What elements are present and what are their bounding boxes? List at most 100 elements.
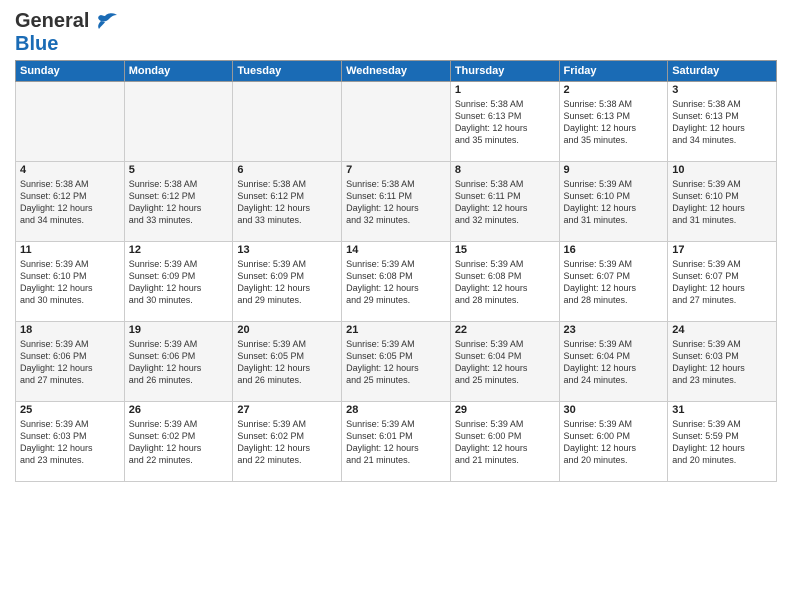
day-number: 12 bbox=[129, 244, 229, 256]
page-container: General Blue SundayMondayTuesdayWednesda… bbox=[0, 0, 792, 490]
day-info: Sunrise: 5:39 AM Sunset: 6:08 PM Dayligh… bbox=[346, 258, 446, 307]
day-number: 9 bbox=[564, 164, 664, 176]
day-number: 13 bbox=[237, 244, 337, 256]
day-number: 18 bbox=[20, 324, 120, 336]
header-sunday: Sunday bbox=[16, 61, 125, 82]
day-cell: 24 Sunrise: 5:39 AM Sunset: 6:03 PM Dayli… bbox=[668, 322, 777, 402]
day-info: Sunrise: 5:38 AM Sunset: 6:13 PM Dayligh… bbox=[455, 98, 555, 147]
day-cell: 11 Sunrise: 5:39 AM Sunset: 6:10 PM Dayli… bbox=[16, 242, 125, 322]
day-number: 29 bbox=[455, 404, 555, 416]
day-cell: 13Sunrise: 5:39 AM Sunset: 6:09 PM Dayli… bbox=[233, 242, 342, 322]
header-thursday: Thursday bbox=[450, 61, 559, 82]
day-cell: 15 Sunrise: 5:39 AM Sunset: 6:08 PM Dayli… bbox=[450, 242, 559, 322]
day-number: 8 bbox=[455, 164, 555, 176]
day-info: Sunrise: 5:38 AM Sunset: 6:13 PM Dayligh… bbox=[564, 98, 664, 147]
day-cell: 8 Sunrise: 5:38 AM Sunset: 6:11 PM Daylig… bbox=[450, 162, 559, 242]
day-cell: 22 Sunrise: 5:39 AM Sunset: 6:04 PM Dayli… bbox=[450, 322, 559, 402]
day-number: 2 bbox=[564, 84, 664, 96]
day-info: Sunrise: 5:39 AM Sunset: 6:05 PM Dayligh… bbox=[237, 338, 337, 387]
day-number: 14 bbox=[346, 244, 446, 256]
logo-general: General bbox=[15, 10, 89, 32]
week-row-1: 1 Sunrise: 5:38 AM Sunset: 6:13 PM Daylig… bbox=[16, 82, 777, 162]
header-monday: Monday bbox=[124, 61, 233, 82]
day-info: Sunrise: 5:39 AM Sunset: 6:07 PM Dayligh… bbox=[672, 258, 772, 307]
day-number: 27 bbox=[237, 404, 337, 416]
day-cell bbox=[16, 82, 125, 162]
day-cell: 9 Sunrise: 5:39 AM Sunset: 6:10 PM Daylig… bbox=[559, 162, 668, 242]
day-info: Sunrise: 5:39 AM Sunset: 6:00 PM Dayligh… bbox=[455, 418, 555, 467]
logo: General Blue bbox=[15, 10, 119, 56]
day-number: 21 bbox=[346, 324, 446, 336]
day-info: Sunrise: 5:39 AM Sunset: 6:10 PM Dayligh… bbox=[564, 178, 664, 227]
week-row-5: 25Sunrise: 5:39 AM Sunset: 6:03 PM Dayli… bbox=[16, 402, 777, 482]
day-cell: 5 Sunrise: 5:38 AM Sunset: 6:12 PM Daylig… bbox=[124, 162, 233, 242]
day-cell bbox=[233, 82, 342, 162]
day-cell: 4Sunrise: 5:38 AM Sunset: 6:12 PM Daylig… bbox=[16, 162, 125, 242]
day-number: 15 bbox=[455, 244, 555, 256]
day-info: Sunrise: 5:39 AM Sunset: 6:07 PM Dayligh… bbox=[564, 258, 664, 307]
calendar-table: SundayMondayTuesdayWednesdayThursdayFrid… bbox=[15, 60, 777, 482]
day-info: Sunrise: 5:38 AM Sunset: 6:13 PM Dayligh… bbox=[672, 98, 772, 147]
week-row-2: 4Sunrise: 5:38 AM Sunset: 6:12 PM Daylig… bbox=[16, 162, 777, 242]
day-cell: 10 Sunrise: 5:39 AM Sunset: 6:10 PM Dayli… bbox=[668, 162, 777, 242]
day-info: Sunrise: 5:38 AM Sunset: 6:11 PM Dayligh… bbox=[455, 178, 555, 227]
day-info: Sunrise: 5:38 AM Sunset: 6:11 PM Dayligh… bbox=[346, 178, 446, 227]
day-number: 22 bbox=[455, 324, 555, 336]
day-number: 7 bbox=[346, 164, 446, 176]
day-info: Sunrise: 5:38 AM Sunset: 6:12 PM Dayligh… bbox=[129, 178, 229, 227]
day-info: Sunrise: 5:38 AM Sunset: 6:12 PM Dayligh… bbox=[20, 178, 120, 227]
header-tuesday: Tuesday bbox=[233, 61, 342, 82]
day-info: Sunrise: 5:39 AM Sunset: 6:09 PM Dayligh… bbox=[129, 258, 229, 307]
day-cell: 14 Sunrise: 5:39 AM Sunset: 6:08 PM Dayli… bbox=[342, 242, 451, 322]
day-cell: 3Sunrise: 5:38 AM Sunset: 6:13 PM Daylig… bbox=[668, 82, 777, 162]
week-row-3: 11 Sunrise: 5:39 AM Sunset: 6:10 PM Dayli… bbox=[16, 242, 777, 322]
day-number: 1 bbox=[455, 84, 555, 96]
day-info: Sunrise: 5:39 AM Sunset: 6:01 PM Dayligh… bbox=[346, 418, 446, 467]
day-cell: 27 Sunrise: 5:39 AM Sunset: 6:02 PM Dayli… bbox=[233, 402, 342, 482]
day-number: 16 bbox=[564, 244, 664, 256]
day-number: 19 bbox=[129, 324, 229, 336]
header-row: SundayMondayTuesdayWednesdayThursdayFrid… bbox=[16, 61, 777, 82]
logo-bird-icon bbox=[91, 12, 119, 34]
day-info: Sunrise: 5:39 AM Sunset: 6:06 PM Dayligh… bbox=[129, 338, 229, 387]
day-number: 5 bbox=[129, 164, 229, 176]
day-cell: 18Sunrise: 5:39 AM Sunset: 6:06 PM Dayli… bbox=[16, 322, 125, 402]
day-info: Sunrise: 5:38 AM Sunset: 6:12 PM Dayligh… bbox=[237, 178, 337, 227]
header-saturday: Saturday bbox=[668, 61, 777, 82]
day-number: 26 bbox=[129, 404, 229, 416]
day-info: Sunrise: 5:39 AM Sunset: 6:02 PM Dayligh… bbox=[237, 418, 337, 467]
day-info: Sunrise: 5:39 AM Sunset: 6:00 PM Dayligh… bbox=[564, 418, 664, 467]
day-cell: 30 Sunrise: 5:39 AM Sunset: 6:00 PM Dayli… bbox=[559, 402, 668, 482]
day-info: Sunrise: 5:39 AM Sunset: 6:10 PM Dayligh… bbox=[20, 258, 120, 307]
day-number: 11 bbox=[20, 244, 120, 256]
day-number: 28 bbox=[346, 404, 446, 416]
day-number: 31 bbox=[672, 404, 772, 416]
day-cell: 20Sunrise: 5:39 AM Sunset: 6:05 PM Dayli… bbox=[233, 322, 342, 402]
day-info: Sunrise: 5:39 AM Sunset: 6:08 PM Dayligh… bbox=[455, 258, 555, 307]
day-cell: 19 Sunrise: 5:39 AM Sunset: 6:06 PM Dayli… bbox=[124, 322, 233, 402]
header-friday: Friday bbox=[559, 61, 668, 82]
day-info: Sunrise: 5:39 AM Sunset: 6:03 PM Dayligh… bbox=[672, 338, 772, 387]
day-info: Sunrise: 5:39 AM Sunset: 6:04 PM Dayligh… bbox=[455, 338, 555, 387]
day-info: Sunrise: 5:39 AM Sunset: 6:02 PM Dayligh… bbox=[129, 418, 229, 467]
day-number: 10 bbox=[672, 164, 772, 176]
day-cell: 26 Sunrise: 5:39 AM Sunset: 6:02 PM Dayli… bbox=[124, 402, 233, 482]
day-cell: 25Sunrise: 5:39 AM Sunset: 6:03 PM Dayli… bbox=[16, 402, 125, 482]
day-info: Sunrise: 5:39 AM Sunset: 6:10 PM Dayligh… bbox=[672, 178, 772, 227]
day-cell: 7 Sunrise: 5:38 AM Sunset: 6:11 PM Daylig… bbox=[342, 162, 451, 242]
day-number: 30 bbox=[564, 404, 664, 416]
day-cell: 6Sunrise: 5:38 AM Sunset: 6:12 PM Daylig… bbox=[233, 162, 342, 242]
header-wednesday: Wednesday bbox=[342, 61, 451, 82]
day-cell: 28 Sunrise: 5:39 AM Sunset: 6:01 PM Dayli… bbox=[342, 402, 451, 482]
day-number: 17 bbox=[672, 244, 772, 256]
day-number: 24 bbox=[672, 324, 772, 336]
day-info: Sunrise: 5:39 AM Sunset: 6:04 PM Dayligh… bbox=[564, 338, 664, 387]
day-info: Sunrise: 5:39 AM Sunset: 6:05 PM Dayligh… bbox=[346, 338, 446, 387]
day-cell: 16 Sunrise: 5:39 AM Sunset: 6:07 PM Dayli… bbox=[559, 242, 668, 322]
day-cell: 29 Sunrise: 5:39 AM Sunset: 6:00 PM Dayli… bbox=[450, 402, 559, 482]
day-info: Sunrise: 5:39 AM Sunset: 5:59 PM Dayligh… bbox=[672, 418, 772, 467]
day-info: Sunrise: 5:39 AM Sunset: 6:03 PM Dayligh… bbox=[20, 418, 120, 467]
day-cell: 1 Sunrise: 5:38 AM Sunset: 6:13 PM Daylig… bbox=[450, 82, 559, 162]
day-number: 23 bbox=[564, 324, 664, 336]
day-cell: 31 Sunrise: 5:39 AM Sunset: 5:59 PM Dayli… bbox=[668, 402, 777, 482]
